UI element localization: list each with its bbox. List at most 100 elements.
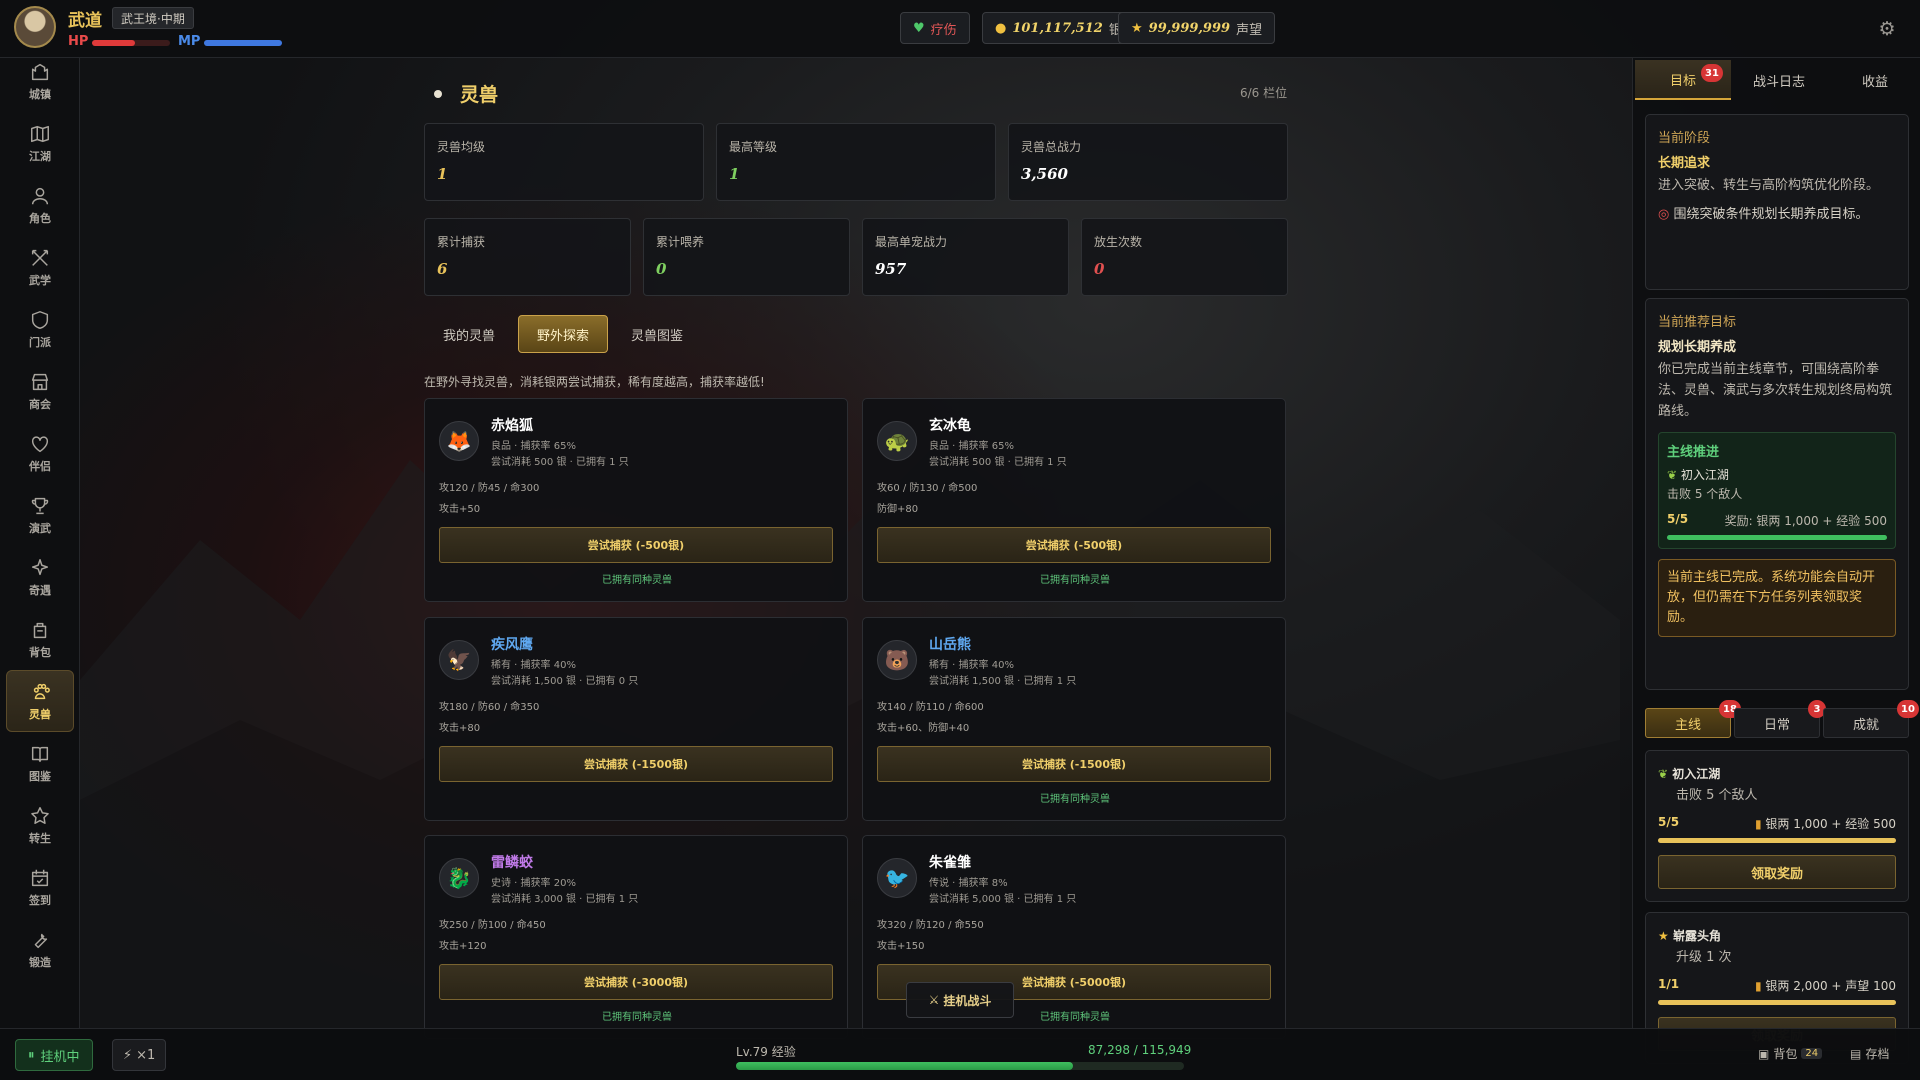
stat-value: 3,560 xyxy=(1021,165,1068,183)
sidebar-item-label: 转生 xyxy=(29,831,51,845)
star-icon xyxy=(31,806,49,824)
tab-income[interactable]: 收益 xyxy=(1827,60,1920,100)
tab-my-beasts[interactable]: 我的灵兽 xyxy=(430,315,508,353)
exp-value: 87,298 / 115,949 xyxy=(1088,1043,1192,1057)
tab-wild-explore[interactable]: 野外探索 xyxy=(518,315,608,353)
main-progress-bar xyxy=(1667,535,1887,540)
main-label: 主线推进 xyxy=(1667,445,1720,460)
sidebar-item-crossed-swords[interactable]: 武学 xyxy=(6,236,74,298)
creature-name: 雷鳞蛟 xyxy=(491,855,533,871)
stat-card: 累计捕获 6 xyxy=(424,218,631,296)
tab-beast-codex[interactable]: 灵兽图鉴 xyxy=(616,315,698,353)
quest-tab-achievement[interactable]: 成就 xyxy=(1823,708,1909,738)
sidebar-item-shop[interactable]: 商会 xyxy=(6,360,74,422)
owned-note: 已拥有同种灵兽 xyxy=(602,1012,672,1023)
stat-label: 灵兽总战力 xyxy=(1021,140,1082,154)
stat-label: 最高单宠战力 xyxy=(875,235,948,249)
castle-icon xyxy=(31,63,49,80)
creature-card: 🦊 赤焰狐 良品 · 捕获率 65% 尝试消耗 500 银 · 已拥有 1 只攻120… xyxy=(424,398,848,602)
book-icon xyxy=(31,746,49,762)
capture-button[interactable]: 尝试捕获 (-500银) xyxy=(439,527,833,563)
injury-status[interactable]: ♥ 疗伤 xyxy=(900,12,970,44)
capture-button[interactable]: 尝试捕获 (-1500银) xyxy=(877,746,1271,782)
pause-icon: ⏸ xyxy=(28,1047,35,1063)
star-icon: ★ xyxy=(1131,20,1143,36)
sidebar-item-backpack[interactable]: 背包 xyxy=(6,608,74,670)
stage-name: 长期追求 xyxy=(1658,156,1711,171)
player-avatar[interactable] xyxy=(14,6,56,48)
trophy-icon xyxy=(31,497,49,514)
quest-tab-daily[interactable]: 日常 xyxy=(1734,708,1820,738)
creature-cost: 尝试消耗 3,000 银 · 已拥有 1 只 xyxy=(491,894,639,905)
gear-icon[interactable]: ⚙ xyxy=(1876,18,1898,40)
quest-tab-main[interactable]: 主线 xyxy=(1645,708,1731,738)
bag-button[interactable]: ▣ 背包 24 xyxy=(1758,1045,1823,1062)
sidebar-item-wrench[interactable]: 锻造 xyxy=(6,918,74,980)
player-name: 武道 xyxy=(68,11,102,31)
quest-progress-row: 5/5 ▮ 银两 1,000 + 经验 500 xyxy=(1658,815,1896,832)
hp-bar xyxy=(92,40,170,46)
sidebar-item-label: 背包 xyxy=(29,645,51,659)
sidebar-item-trophy[interactable]: 演武 xyxy=(6,484,74,546)
fame-value: 99,999,999 xyxy=(1148,20,1231,36)
creature-name: 赤焰狐 xyxy=(491,418,533,434)
sidebar-item-book[interactable]: 图鉴 xyxy=(6,732,74,794)
stat-label: 最高等级 xyxy=(729,140,778,154)
target-icon: ◎ xyxy=(1658,207,1674,222)
gift-icon: ▮ xyxy=(1755,817,1766,831)
lightning-icon: ⚡ xyxy=(123,1047,133,1063)
creature-portrait: 🐦 xyxy=(877,858,917,898)
claim-reward-button[interactable]: 领取奖励 xyxy=(1658,855,1896,889)
creature-cost: 尝试消耗 1,500 银 · 已拥有 0 只 xyxy=(491,676,639,687)
stat-card: 累计喂养 0 xyxy=(643,218,850,296)
creature-stats: 攻120 / 防45 / 命300 xyxy=(439,483,540,494)
creature-name: 疾风鹰 xyxy=(491,637,533,653)
paw-icon xyxy=(33,683,50,699)
sprout-icon: ❦ xyxy=(1658,767,1673,781)
sidebar-item-star[interactable]: 转生 xyxy=(6,794,74,856)
sidebar-item-paw[interactable]: 灵兽 xyxy=(6,670,74,732)
quest-progress: 5/5 xyxy=(1658,815,1680,829)
recommend-desc: 你已完成当前主线章节，可围绕高阶拳法、灵兽、演武与多次转生规划终局构筑路线。 xyxy=(1658,362,1893,419)
quest-title-text: 崭露头角 xyxy=(1672,929,1721,943)
ink-mountain-background xyxy=(80,440,1620,1040)
creature-bonus: 攻击+150 xyxy=(877,941,925,952)
sidebar-item-heart[interactable]: 伴侣 xyxy=(6,422,74,484)
exp-bar xyxy=(736,1062,1184,1070)
creature-cost: 尝试消耗 500 银 · 已拥有 1 只 xyxy=(491,457,629,468)
fame-unit: 声望 xyxy=(1236,22,1263,38)
creature-rarity: 史诗 · 捕获率 20% xyxy=(491,878,576,889)
creature-name: 山岳熊 xyxy=(929,637,971,653)
sidebar-item-map[interactable]: 江湖 xyxy=(6,112,74,174)
idle-battle-button[interactable]: ⚔ 挂机战斗 xyxy=(906,982,1014,1018)
capture-button[interactable]: 尝试捕获 (-1500银) xyxy=(439,746,833,782)
sparkle-icon xyxy=(31,558,49,575)
sidebar-item-label: 图鉴 xyxy=(29,769,51,783)
crossed-swords-icon xyxy=(31,249,49,266)
speed-toggle[interactable]: ⚡ ×1 xyxy=(112,1039,167,1071)
sidebar-item-castle[interactable]: 城镇 xyxy=(6,50,74,112)
calendar-icon xyxy=(31,869,49,886)
stat-card: 最高单宠战力 957 xyxy=(862,218,1069,296)
creature-portrait: 🐻 xyxy=(877,640,917,680)
creature-cost: 尝试消耗 500 银 · 已拥有 1 只 xyxy=(929,457,1067,468)
capture-button[interactable]: 尝试捕获 (-3000银) xyxy=(439,964,833,1000)
quest-desc: 击败 5 个敌人 xyxy=(1676,788,1758,803)
quest-desc: 升级 1 次 xyxy=(1676,950,1732,965)
tab-battle-log[interactable]: 战斗日志 xyxy=(1731,60,1827,100)
idle-toggle[interactable]: ⏸ 挂机中 xyxy=(15,1039,93,1071)
capture-button[interactable]: 尝试捕获 (-500银) xyxy=(877,527,1271,563)
coin-icon: ● xyxy=(995,20,1007,36)
stat-value: 0 xyxy=(1094,260,1105,278)
sidebar-item-sparkle[interactable]: 奇遇 xyxy=(6,546,74,608)
sidebar-item-user[interactable]: 角色 xyxy=(6,174,74,236)
sidebar-item-label: 签到 xyxy=(29,893,51,907)
save-button[interactable]: ▤ 存档 xyxy=(1850,1045,1889,1062)
sidebar-item-shield[interactable]: 门派 xyxy=(6,298,74,360)
recommend-name: 规划长期养成 xyxy=(1658,340,1737,355)
creature-portrait: 🐢 xyxy=(877,421,917,461)
right-panel: 目标 31 战斗日志 收益 当前阶段 长期追求 进入突破、转生与高阶构筑优化阶段… xyxy=(1632,58,1920,1064)
creature-card: 🐢 玄冰龟 良品 · 捕获率 65% 尝试消耗 500 银 · 已拥有 1 只攻60 … xyxy=(862,398,1286,602)
sidebar-item-calendar[interactable]: 签到 xyxy=(6,856,74,918)
creature-name: 朱雀雏 xyxy=(929,855,971,871)
